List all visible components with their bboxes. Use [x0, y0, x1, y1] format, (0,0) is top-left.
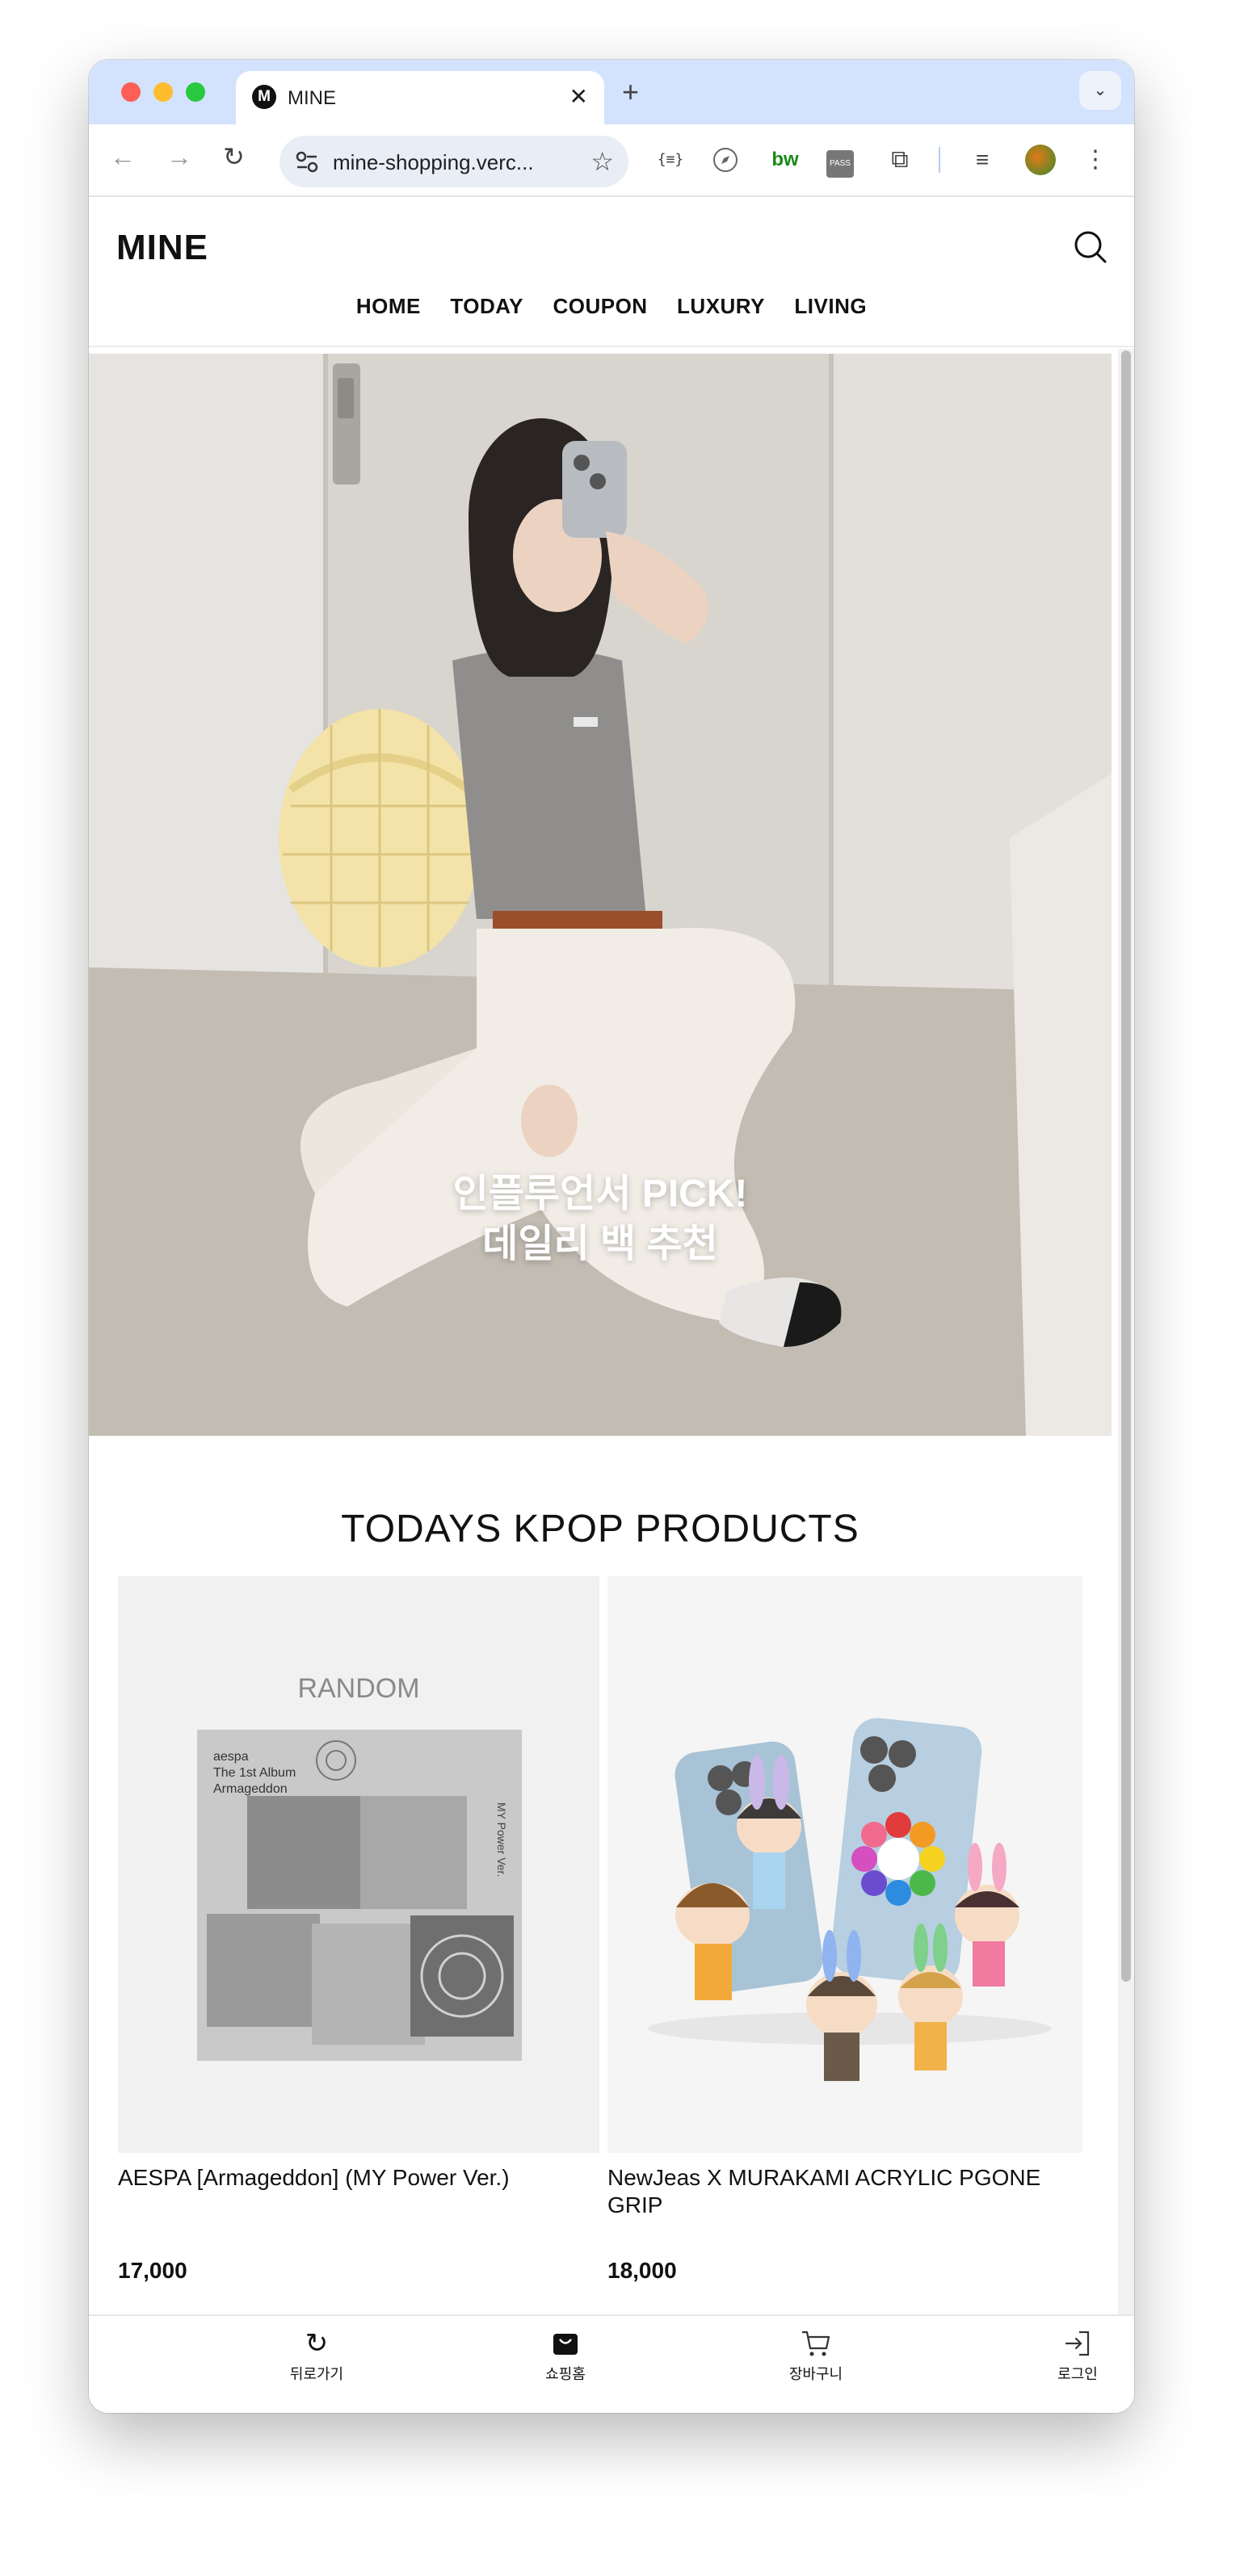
- album-title-line: The 1st Album: [213, 1766, 296, 1780]
- bottom-nav-login[interactable]: 로그인: [1029, 2326, 1126, 2384]
- tab-strip: M MINE ✕ + ⌄: [89, 60, 1134, 124]
- album-title-line: Armageddon: [213, 1782, 288, 1796]
- search-icon[interactable]: [1071, 228, 1110, 266]
- browser-toolbar: ← → ↻ mine-shopping.verc... ☆ {≡} bw PAS…: [89, 124, 1134, 197]
- site-favicon-icon: M: [252, 85, 276, 109]
- reading-list-icon[interactable]: ≡: [965, 142, 1000, 178]
- hero-caption: 인플루언서 PICK! 데일리 백 추천: [89, 1169, 1112, 1269]
- hero-banner[interactable]: 인플루언서 PICK! 데일리 백 추천: [89, 354, 1112, 1436]
- cart-icon: [767, 2326, 864, 2361]
- nav-today[interactable]: TODAY: [450, 294, 523, 319]
- bottom-nav-label: 장바구니: [788, 2366, 843, 2382]
- bottom-nav-shopping-home[interactable]: 쇼핑홈: [517, 2326, 614, 2384]
- site-settings-icon[interactable]: [292, 147, 322, 176]
- browser-tab[interactable]: M MINE ✕: [236, 71, 604, 124]
- product-card[interactable]: RANDOM aespa The 1st Album Armageddon MY…: [118, 1576, 599, 2284]
- redo-arrow-icon: ↻: [305, 2328, 329, 2359]
- bottom-nav-back[interactable]: ↻ 뒤로가기: [268, 2326, 365, 2384]
- login-icon: [1029, 2326, 1126, 2361]
- minimize-window-button[interactable]: [153, 82, 173, 102]
- shopping-bag-icon: [517, 2326, 614, 2361]
- hero-caption-line-2: 데일리 백 추천: [482, 1223, 718, 1265]
- product-name[interactable]: AESPA [Armageddon] (MY Power Ver.): [118, 2164, 599, 2234]
- site-logo[interactable]: MINE: [116, 228, 208, 268]
- nav-luxury[interactable]: LUXURY: [677, 294, 765, 319]
- album-title-line: aespa: [213, 1750, 249, 1764]
- nav-living[interactable]: LIVING: [794, 294, 867, 319]
- browser-window: M MINE ✕ + ⌄ ← → ↻ mine-shopping.verc...…: [89, 60, 1134, 2413]
- nav-coupon[interactable]: COUPON: [553, 294, 647, 319]
- zoom-window-button[interactable]: [186, 82, 205, 102]
- more-menu-icon[interactable]: ⋮: [1079, 142, 1112, 178]
- web-page: MINE HOME TODAY COUPON LUXURY LIVING 인플루…: [89, 199, 1134, 2413]
- forward-arrow-icon[interactable]: →: [166, 141, 192, 173]
- tab-search-button[interactable]: ⌄: [1079, 71, 1121, 110]
- address-bar[interactable]: mine-shopping.verc... ☆: [279, 136, 628, 187]
- tab-close-icon[interactable]: ✕: [569, 84, 588, 110]
- product-image-label: RANDOM: [297, 1673, 419, 1704]
- close-window-button[interactable]: [121, 82, 141, 102]
- bookmark-star-icon[interactable]: ☆: [590, 145, 614, 178]
- toolbar-divider: [939, 147, 940, 173]
- bottom-nav-label: 로그인: [1057, 2366, 1098, 2382]
- profile-avatar-icon[interactable]: [1023, 142, 1058, 178]
- product-image[interactable]: RANDOM aespa The 1st Album Armageddon MY…: [118, 1576, 599, 2153]
- bottom-nav-label: 쇼핑홈: [545, 2366, 586, 2382]
- new-tab-button[interactable]: +: [622, 76, 639, 108]
- album-side-label: MY Power Ver.: [495, 1802, 508, 1877]
- product-price: 17,000: [118, 2258, 187, 2283]
- extension-json-icon[interactable]: {≡}: [651, 142, 690, 178]
- hero-image: [89, 354, 1112, 1436]
- extension-pass-icon[interactable]: PASS: [824, 142, 856, 178]
- nav-home[interactable]: HOME: [356, 294, 421, 319]
- hero-caption-line-1: 인플루언서 PICK!: [452, 1173, 748, 1215]
- bottom-nav: ↻ 뒤로가기 쇼핑홈 장바구니 로그인: [89, 2314, 1134, 2413]
- url-text: mine-shopping.verc...: [333, 150, 534, 174]
- product-name[interactable]: NewJeas X MURAKAMI ACRYLIC PGONE GRIP: [607, 2164, 1082, 2234]
- product-image[interactable]: [607, 1576, 1082, 2153]
- bottom-nav-label: 뒤로가기: [289, 2366, 344, 2382]
- extension-bw-icon[interactable]: bw: [766, 142, 805, 178]
- product-card[interactable]: NewJeas X MURAKAMI ACRYLIC PGONE GRIP 18…: [607, 1576, 1082, 2284]
- extension-pass-label: PASS: [826, 150, 854, 178]
- product-price: 18,000: [607, 2258, 677, 2283]
- section-title: TODAYS KPOP PRODUCTS: [341, 1508, 859, 1550]
- reload-icon[interactable]: ↻: [223, 141, 245, 173]
- scrollbar-thumb[interactable]: [1121, 350, 1131, 1982]
- back-arrow-icon[interactable]: ←: [110, 141, 136, 173]
- header-divider: [89, 346, 1134, 347]
- extensions-puzzle-icon[interactable]: ⧉: [882, 142, 918, 178]
- extension-compass-icon[interactable]: [708, 142, 743, 178]
- tab-title: MINE: [288, 87, 336, 109]
- main-nav: HOME TODAY COUPON LUXURY LIVING: [89, 294, 1134, 319]
- bottom-nav-cart[interactable]: 장바구니: [767, 2326, 864, 2384]
